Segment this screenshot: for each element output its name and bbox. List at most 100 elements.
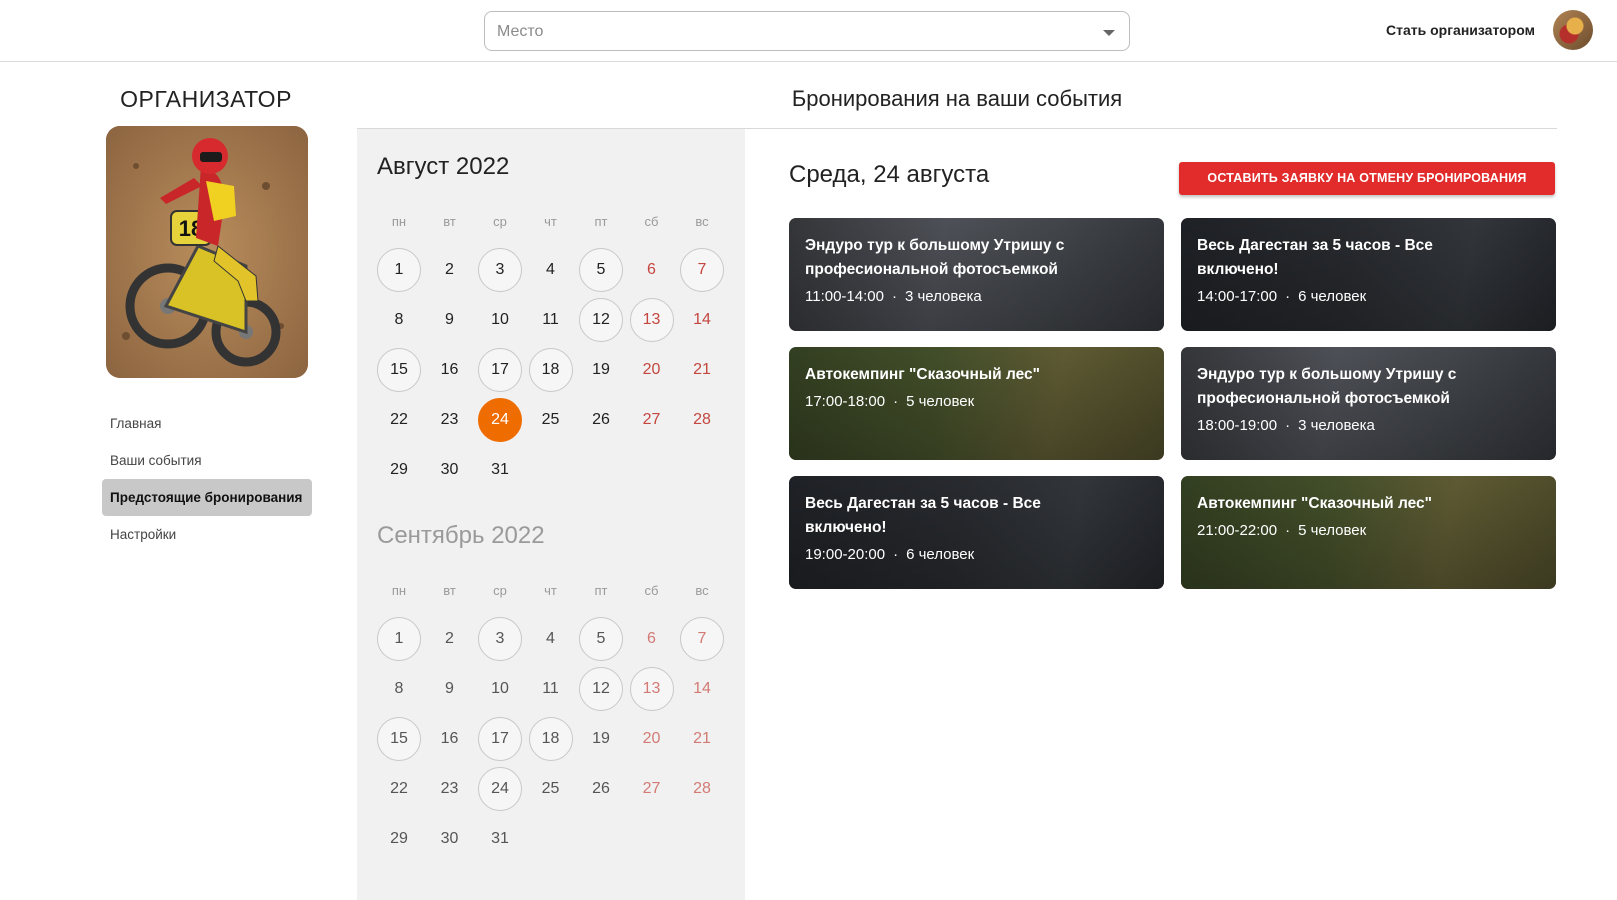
calendar-day[interactable]: 26 (579, 767, 623, 811)
calendar-day[interactable]: 27 (630, 398, 674, 442)
booking-card[interactable]: Эндуро тур к большому Утришу с професион… (1181, 347, 1556, 460)
calendar-day[interactable]: 18 (528, 348, 573, 392)
calendar-day[interactable]: 4 (529, 617, 573, 661)
calendar-day[interactable]: 2 (428, 617, 472, 661)
user-avatar[interactable] (1553, 10, 1593, 50)
calendar-day[interactable]: 28 (680, 767, 724, 811)
calendar-day[interactable]: 3 (478, 617, 522, 661)
calendar-day[interactable]: 17 (478, 717, 522, 761)
weekday-header: пн вт ср чт пт сб вс (377, 214, 732, 230)
calendar-day[interactable]: 4 (529, 248, 573, 292)
become-organizer-link[interactable]: Стать организатором (1386, 22, 1535, 38)
calendar-day[interactable]: 29 (377, 448, 421, 492)
calendar-day[interactable]: 3 (478, 248, 522, 292)
separator-dot: · (1285, 522, 1291, 539)
booking-card[interactable]: Эндуро тур к большому Утришу с професион… (789, 218, 1164, 331)
calendar-day[interactable]: 23 (428, 398, 472, 442)
calendar-day[interactable]: 10 (478, 667, 522, 711)
calendar-day[interactable]: 30 (428, 817, 472, 861)
calendar-day-selected[interactable]: 24 (478, 398, 522, 442)
calendar-day[interactable]: 5 (579, 617, 623, 661)
sidebar-nav: Главная Ваши события Предстоящие бронирова… (102, 405, 312, 553)
booking-meta: 14:00-17:00 · 6 человек (1197, 288, 1540, 305)
booking-card[interactable]: Весь Дагестан за 5 часов - Все включено!… (1181, 218, 1556, 331)
calendar-day[interactable]: 19 (579, 717, 623, 761)
calendar-day[interactable]: 15 (377, 717, 421, 761)
weekday-label: вт (443, 214, 456, 229)
sidebar-item[interactable]: Настройки (102, 516, 312, 553)
calendar-day[interactable]: 8 (377, 667, 421, 711)
chevron-down-icon[interactable] (1103, 30, 1115, 36)
calendar-day[interactable]: 16 (428, 348, 472, 392)
booking-title: Автокемпинг "Сказочный лес" (1197, 495, 1432, 512)
calendar-day[interactable]: 20 (630, 348, 674, 392)
calendar-day[interactable]: 13 (629, 667, 674, 711)
calendar-day[interactable]: 26 (579, 398, 623, 442)
booking-title: Эндуро тур к большому Утришу с професион… (805, 237, 1065, 278)
place-select[interactable]: Место (484, 11, 1130, 51)
calendar-day[interactable]: 22 (377, 767, 421, 811)
calendar-day[interactable]: 31 (478, 448, 522, 492)
calendar-day[interactable]: 22 (377, 398, 421, 442)
sidebar-item[interactable]: Главная (102, 405, 312, 442)
calendar-day[interactable]: 14 (680, 298, 724, 342)
calendar-day[interactable]: 28 (680, 398, 724, 442)
organizer-title: ОРГАНИЗАТОР (120, 86, 292, 112)
separator-dot: · (1285, 288, 1291, 305)
cancel-booking-request-button[interactable]: ОСТАВИТЬ ЗАЯВКУ НА ОТМЕНУ БРОНИРОВАНИЯ (1179, 162, 1555, 195)
calendar-day[interactable]: 24 (478, 767, 522, 811)
calendar-day[interactable]: 6 (630, 617, 674, 661)
organizer-photo: 18 (106, 126, 308, 378)
booking-card[interactable]: Автокемпинг "Сказочный лес" 21:00-22:00 · 5… (1181, 476, 1556, 589)
weekday-label: пн (391, 583, 407, 598)
calendar-day[interactable]: 9 (428, 298, 472, 342)
booking-card[interactable]: Весь Дагестан за 5 часов - Все включено!… (789, 476, 1164, 589)
calendar-day[interactable]: 21 (680, 717, 724, 761)
calendar-day[interactable]: 11 (529, 667, 573, 711)
calendar-day[interactable]: 23 (428, 767, 472, 811)
calendar-day[interactable]: 12 (579, 667, 623, 711)
sidebar-item[interactable]: Предстоящие бронирования (102, 479, 312, 516)
calendar-day[interactable]: 7 (680, 248, 724, 292)
calendar-day[interactable]: 31 (478, 817, 522, 861)
weekday-header: пн вт ср чт пт сб вс (377, 583, 732, 599)
calendar-day[interactable]: 11 (529, 298, 573, 342)
weekday-label: сб (644, 214, 659, 229)
calendar-day[interactable]: 6 (630, 248, 674, 292)
calendar-day[interactable]: 5 (579, 248, 623, 292)
calendar-day[interactable]: 2 (428, 248, 472, 292)
booking-time: 21:00-22:00 (1197, 522, 1278, 539)
calendar-day[interactable]: 8 (377, 298, 421, 342)
calendar-day[interactable]: 21 (680, 348, 724, 392)
calendar-day[interactable]: 27 (630, 767, 674, 811)
calendar-day[interactable]: 29 (377, 817, 421, 861)
calendar-day[interactable]: 19 (579, 348, 623, 392)
calendar-day[interactable]: 10 (478, 298, 522, 342)
calendar-day[interactable]: 1 (377, 617, 421, 661)
booking-people: 6 человек (906, 546, 975, 563)
calendar-day[interactable]: 17 (478, 348, 522, 392)
calendar-day[interactable]: 16 (428, 717, 472, 761)
calendar-day[interactable]: 25 (529, 398, 573, 442)
selected-date-heading: Среда, 24 августа (789, 161, 990, 188)
booking-time: 17:00-18:00 (805, 393, 886, 410)
booking-time: 11:00-14:00 (805, 288, 884, 305)
calendar-day[interactable]: 14 (680, 667, 724, 711)
sidebar-item[interactable]: Ваши события (102, 442, 312, 479)
booking-title: Автокемпинг "Сказочный лес" (805, 366, 1040, 383)
calendar-day[interactable]: 9 (428, 667, 472, 711)
booking-meta: 11:00-14:00 · 3 человека (805, 288, 1148, 305)
calendar-day[interactable]: 20 (630, 717, 674, 761)
weekday-label: чт (544, 583, 557, 598)
calendar-day[interactable]: 30 (428, 448, 472, 492)
calendar-day[interactable]: 12 (579, 298, 623, 342)
calendar-day[interactable]: 13 (629, 298, 674, 342)
calendar-day[interactable]: 15 (377, 348, 421, 392)
calendar-day[interactable]: 18 (528, 717, 573, 761)
booking-card[interactable]: Автокемпинг "Сказочный лес" 17:00-18:00 · 5… (789, 347, 1164, 460)
booking-time: 18:00-19:00 (1197, 417, 1278, 434)
calendar-day[interactable]: 7 (680, 617, 724, 661)
calendar-day[interactable]: 1 (377, 248, 421, 292)
calendar-day[interactable]: 25 (529, 767, 573, 811)
booking-people: 3 человека (1298, 417, 1375, 434)
